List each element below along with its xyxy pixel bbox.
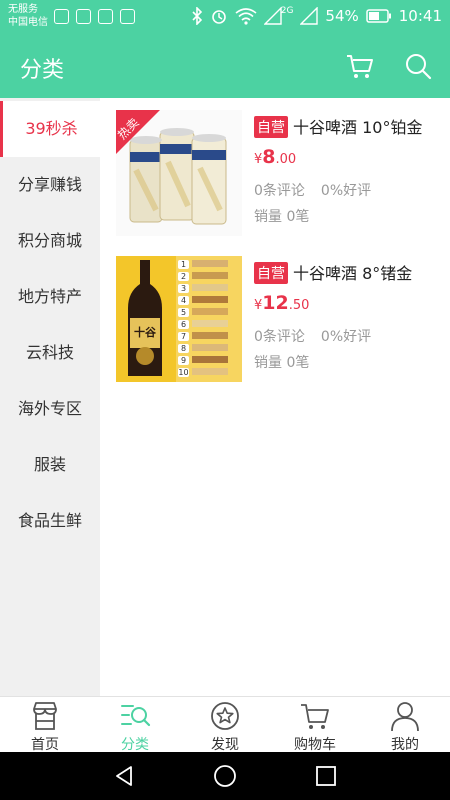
price-decimal: .00: [275, 152, 297, 167]
nav-item-profile[interactable]: 我的: [360, 697, 450, 753]
review-count: 0条评论: [254, 329, 305, 345]
good-rate: 0%好评: [320, 183, 372, 199]
nav-label: 分类: [121, 737, 149, 753]
product-title[interactable]: 自营 十谷啤酒 8°锗金: [254, 260, 412, 284]
product-stats: 0条评论 0%好评: [254, 326, 387, 346]
nav-label: 我的: [391, 737, 419, 753]
ingredient-number: 4: [178, 296, 189, 305]
ingredient-number: 3: [178, 284, 189, 293]
ingredient-number: 8: [178, 344, 189, 353]
status-bar: 无服务 中国电信 2G 54% 10:41: [0, 0, 450, 33]
clock: 10:41: [398, 7, 442, 25]
image-notification-icon: [120, 9, 135, 24]
bottle-label: 十谷: [134, 326, 156, 339]
recent-apps-icon[interactable]: [314, 764, 338, 788]
sidebar-item-share-earn[interactable]: 分享赚钱: [0, 157, 100, 213]
nav-item-discover[interactable]: 发现: [180, 697, 270, 753]
ingredient-item: 1: [178, 260, 238, 272]
product-image[interactable]: 十谷 1 2 3 4 5 6 7 8 9 10: [116, 256, 242, 382]
sidebar-item-overseas[interactable]: 海外专区: [0, 381, 100, 437]
signal-icon: [263, 7, 282, 25]
sidebar-item-clothing[interactable]: 服装: [0, 437, 100, 493]
sidebar-item-fresh-food[interactable]: 食品生鲜: [0, 493, 100, 549]
ingredient-item: 10: [178, 368, 238, 380]
ingredient-number: 5: [178, 308, 189, 317]
product-name: 十谷啤酒 10°铂金: [293, 118, 423, 137]
battery-icon: [366, 9, 391, 23]
good-rate: 0%好评: [320, 329, 372, 345]
self-operated-badge: 自营: [254, 262, 288, 284]
product-card[interactable]: 十谷 1 2 3 4 5 6 7 8 9 10 自营 十谷啤酒 8°锗金 ¥12.…: [116, 256, 442, 384]
ingredient-item: 9: [178, 356, 238, 368]
price-integer: 8: [262, 146, 276, 168]
ingredient-item: 4: [178, 296, 238, 308]
ingredient-number: 2: [178, 272, 189, 281]
sidebar-item-cloud-tech[interactable]: 云科技: [0, 325, 100, 381]
bottom-navigation: 首页 分类 发现 购物车 我的: [0, 696, 450, 753]
sales-count: 销量 0笔: [254, 355, 310, 371]
bluetooth-icon: [192, 7, 202, 25]
nav-label: 购物车: [294, 737, 336, 753]
cart-icon[interactable]: [346, 52, 374, 80]
review-count: 0条评论: [254, 183, 305, 199]
ingredient-number: 10: [178, 368, 189, 377]
alarm-icon: [211, 10, 226, 24]
back-icon[interactable]: [112, 764, 136, 788]
ingredient-item: 7: [178, 332, 238, 344]
ingredient-item: 5: [178, 308, 238, 320]
product-price: ¥12.50: [254, 292, 309, 314]
nav-label: 首页: [31, 737, 59, 753]
product-price: ¥8.00: [254, 146, 296, 168]
category-sidebar: 39秒杀 分享赚钱 积分商城 地方特产 云科技 海外专区 服装 食品生鲜: [0, 98, 100, 696]
ingredient-item: 2: [178, 272, 238, 284]
ingredient-item: 8: [178, 344, 238, 356]
ingredient-number: 7: [178, 332, 189, 341]
wifi-icon: [235, 8, 257, 25]
nav-item-category[interactable]: 分类: [90, 697, 180, 753]
home-store-icon: [33, 702, 57, 730]
notification-icons: [54, 9, 135, 24]
category-icon: [121, 705, 151, 727]
product-title[interactable]: 自营 十谷啤酒 10°铂金: [254, 114, 422, 138]
sales-count: 销量 0笔: [254, 209, 310, 225]
sidebar-item-points-mall[interactable]: 积分商城: [0, 213, 100, 269]
discover-icon: [211, 702, 239, 730]
sidebar-item-39-flash-sale[interactable]: 39秒杀: [0, 101, 100, 157]
app-notification-icon: [98, 9, 113, 24]
ingredient-number: 1: [178, 260, 189, 269]
app-notification-icon: [76, 9, 91, 24]
ingredient-item: 6: [178, 320, 238, 332]
network-type: 2G: [280, 6, 294, 16]
app-notification-icon: [54, 9, 69, 24]
sidebar-item-local-specialty[interactable]: 地方特产: [0, 269, 100, 325]
search-icon[interactable]: [404, 52, 432, 80]
page-title: 分类: [20, 58, 65, 83]
nav-item-cart[interactable]: 购物车: [270, 697, 360, 753]
carrier-line-1: 无服务: [8, 4, 38, 15]
price-decimal: .50: [288, 298, 310, 313]
ingredient-number: 9: [178, 356, 189, 365]
ingredient-item: 3: [178, 284, 238, 296]
product-card[interactable]: 热卖 自营 十谷啤酒 10°铂金 ¥8.00 0条评论 0%好评 销量 0笔: [116, 110, 442, 238]
product-stats: 0条评论 0%好评: [254, 180, 387, 200]
profile-icon: [391, 702, 419, 732]
self-operated-badge: 自营: [254, 116, 288, 138]
nav-item-home[interactable]: 首页: [0, 697, 90, 753]
product-name: 十谷啤酒 8°锗金: [293, 264, 413, 283]
battery-percent: 54%: [325, 7, 359, 25]
price-integer: 12: [262, 292, 289, 314]
home-icon[interactable]: [213, 764, 237, 788]
nav-label: 发现: [211, 737, 239, 753]
system-navigation-bar: [0, 752, 450, 800]
signal-icon: [300, 7, 319, 25]
app-bar: 分类: [0, 33, 450, 98]
status-indicators: 2G 54% 10:41: [191, 6, 442, 25]
ingredient-list: 1 2 3 4 5 6 7 8 9 10: [178, 260, 238, 380]
carrier-info: 无服务 中国电信: [8, 3, 48, 29]
ingredient-number: 6: [178, 320, 189, 329]
carrier-line-2: 中国电信: [8, 17, 48, 28]
cart-icon: [301, 704, 329, 729]
product-image[interactable]: 热卖: [116, 110, 242, 236]
